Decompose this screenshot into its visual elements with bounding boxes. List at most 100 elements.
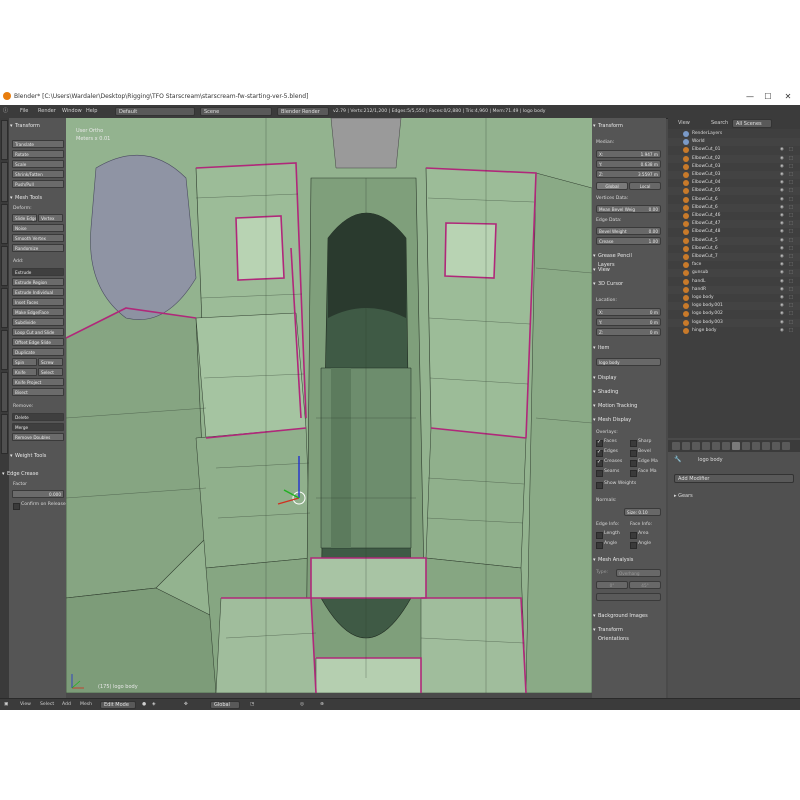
pivot-icon[interactable]: ◈ <box>152 699 156 710</box>
visibility-eye-icon[interactable]: ◉ <box>780 294 784 302</box>
visibility-eye-icon[interactable]: ◉ <box>780 261 784 269</box>
outliner-item[interactable]: logo body.003 ◉ ⬚ <box>668 318 800 327</box>
outliner-item[interactable]: ElbowCut_46 ◉ ⬚ <box>668 212 800 220</box>
spin-button[interactable]: Spin <box>12 358 37 366</box>
grease-pencil-header[interactable]: Grease Pencil Layers <box>592 252 649 268</box>
slide-edge-button[interactable]: Slide Edge <box>12 214 37 222</box>
render-camera-icon[interactable]: ⬚ <box>789 261 793 269</box>
remove-doubles-button[interactable]: Remove Doubles <box>12 433 64 441</box>
menu-mesh[interactable]: Mesh <box>80 699 92 710</box>
visibility-eye-icon[interactable]: ◉ <box>780 286 784 294</box>
visibility-eye-icon[interactable]: ◉ <box>780 269 784 277</box>
edges-checkbox[interactable] <box>596 449 603 457</box>
transform-orientations-header[interactable]: Transform Orientations <box>592 626 649 642</box>
world-tab-icon[interactable] <box>702 442 710 450</box>
select-mode-icon[interactable]: ◳ <box>250 699 254 710</box>
bevel-weight-field[interactable]: Bevel Weight 0.00 <box>596 227 661 235</box>
mode-dropdown[interactable]: Edit Mode <box>100 701 136 709</box>
close-button[interactable]: ✕ <box>778 88 798 105</box>
mean-bevel-weight-field[interactable]: Mean Bevel Weig 0.00 <box>596 205 661 213</box>
extrude-individual-button[interactable]: Extrude Individual <box>12 288 64 296</box>
extrude-dropdown[interactable]: Extrude <box>12 268 64 276</box>
outliner-item[interactable]: ElbowCut_6 ◉ ⬚ <box>668 245 800 253</box>
shading-icon[interactable]: ● <box>142 699 146 710</box>
visibility-eye-icon[interactable]: ◉ <box>780 212 784 220</box>
creases-checkbox[interactable] <box>596 459 603 467</box>
shrink-fatten-button[interactable]: Shrink/Fatten <box>12 170 64 178</box>
physics-tab-icon[interactable] <box>782 442 790 450</box>
item-panel-header[interactable]: Item <box>592 344 649 353</box>
outliner-item[interactable]: ElbowCut_04 ◉ ⬚ <box>668 179 800 187</box>
render-camera-icon[interactable]: ⬚ <box>789 310 793 318</box>
outliner-item[interactable]: ElbowCut_47 ◉ ⬚ <box>668 220 800 229</box>
outliner-item[interactable]: handL ◉ ⬚ <box>668 278 800 286</box>
faces-checkbox[interactable] <box>596 439 603 447</box>
randomize-button[interactable]: Randomize <box>12 244 64 252</box>
outliner-search-menu[interactable]: Search <box>711 118 728 129</box>
outliner-item[interactable]: ElbowCut_48 ◉ ⬚ <box>668 228 800 236</box>
add-modifier-dropdown[interactable]: Add Modifier <box>674 474 794 483</box>
outliner-item[interactable]: ElbowCut_05 ◉ ⬚ <box>668 187 800 196</box>
layout-dropdown[interactable]: Default <box>115 107 195 116</box>
manipulator-icon[interactable]: ✥ <box>184 699 188 710</box>
scene-dropdown[interactable]: Scene <box>200 107 272 116</box>
outliner-item[interactable]: World <box>668 138 800 147</box>
median-x-field[interactable]: X: 1.947 m <box>596 150 661 158</box>
menu-view[interactable]: View <box>20 699 31 710</box>
render-camera-icon[interactable]: ⬚ <box>789 155 793 163</box>
visibility-eye-icon[interactable]: ◉ <box>780 245 784 253</box>
outliner-item[interactable]: ElbowCut_6 ◉ ⬚ <box>668 196 800 204</box>
maximize-button[interactable]: ☐ <box>758 88 778 105</box>
motion-tracking-header[interactable]: Motion Tracking <box>592 402 649 411</box>
rotate-button[interactable]: Rotate <box>12 150 64 158</box>
outliner-item[interactable]: gunsub ◉ ⬚ <box>668 269 800 278</box>
edge-angle-checkbox[interactable] <box>596 542 603 549</box>
proportional-edit-icon[interactable]: ◎ <box>300 699 304 710</box>
visibility-eye-icon[interactable]: ◉ <box>780 220 784 228</box>
mesh-analysis-header[interactable]: Mesh Analysis <box>592 556 649 565</box>
outliner-item[interactable]: logo body.002 ◉ ⬚ <box>668 310 800 318</box>
outliner-item[interactable]: handR ◉ ⬚ <box>668 285 800 294</box>
tab-physics[interactable] <box>1 372 8 412</box>
minimize-button[interactable]: — <box>740 88 760 105</box>
tab-shading[interactable] <box>1 204 8 244</box>
outliner-item[interactable]: ElbowCut_6 ◉ ⬚ <box>668 203 800 212</box>
cursor-z-field[interactable]: Z: 0 m <box>596 328 661 336</box>
render-camera-icon[interactable]: ⬚ <box>789 278 793 286</box>
face-angle-checkbox[interactable] <box>630 542 637 549</box>
outliner-item[interactable]: RenderLayers <box>668 130 800 138</box>
outliner-item[interactable]: logo body ◉ ⬚ <box>668 294 800 302</box>
outliner-item[interactable]: face ◉ ⬚ <box>668 261 800 269</box>
tab-create[interactable] <box>1 162 8 202</box>
render-engine-dropdown[interactable]: Blender Render <box>277 107 329 116</box>
data-tab-icon[interactable] <box>742 442 750 450</box>
visibility-eye-icon[interactable]: ◉ <box>780 237 784 245</box>
local-toggle[interactable]: Local <box>629 182 661 190</box>
render-camera-icon[interactable]: ⬚ <box>789 187 793 195</box>
tab-misc[interactable] <box>1 414 8 454</box>
render-camera-icon[interactable]: ⬚ <box>789 245 793 253</box>
display-panel-header[interactable]: Display <box>592 374 649 383</box>
overhang-max-field[interactable]: 45° <box>629 581 661 589</box>
mesh-tools-panel-header[interactable]: Mesh Tools <box>9 194 66 203</box>
push-pull-button[interactable]: Push/Pull <box>12 180 64 188</box>
visibility-eye-icon[interactable]: ◉ <box>780 171 784 179</box>
confirm-release-checkbox[interactable] <box>13 503 20 510</box>
shading-panel-header[interactable]: Shading <box>592 388 649 397</box>
crease-field[interactable]: Crease 1.00 <box>596 237 661 245</box>
object-tab-icon[interactable] <box>712 442 720 450</box>
render-camera-icon[interactable]: ⬚ <box>789 327 793 335</box>
show-weights-checkbox[interactable] <box>596 482 603 489</box>
outliner-item[interactable]: ElbowCut_03 ◉ ⬚ <box>668 163 800 171</box>
delete-dropdown[interactable]: Delete <box>12 413 64 421</box>
screw-button[interactable]: Screw <box>38 358 63 366</box>
offset-edge-slide-button[interactable]: Offset Edge Slide <box>12 338 64 346</box>
render-camera-icon[interactable]: ⬚ <box>789 171 793 179</box>
loop-cut-button[interactable]: Loop Cut and Slide <box>12 328 64 336</box>
global-toggle[interactable]: Global <box>596 182 628 190</box>
render-camera-icon[interactable]: ⬚ <box>789 204 793 212</box>
particles-tab-icon[interactable] <box>772 442 780 450</box>
3d-cursor-header[interactable]: 3D Cursor <box>592 280 649 289</box>
axis-toggle-row[interactable] <box>596 593 661 601</box>
overhang-min-field[interactable]: 0° <box>596 581 628 589</box>
